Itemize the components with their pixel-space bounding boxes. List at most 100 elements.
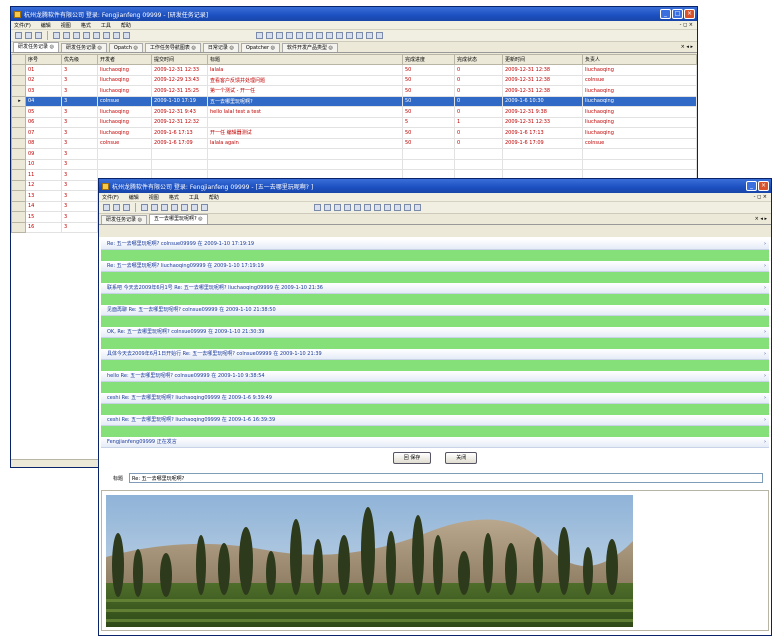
table-row[interactable]: 09 3 xyxy=(11,148,697,160)
row-selector[interactable] xyxy=(11,200,26,212)
table-cell[interactable]: 16 xyxy=(25,221,62,233)
table-cell[interactable]: 3 xyxy=(61,221,98,233)
table-cell[interactable]: 0 xyxy=(454,74,503,86)
cut-icon[interactable] xyxy=(73,32,80,39)
table-icon[interactable] xyxy=(346,32,353,39)
table-cell[interactable]: 2009-12-31 12:33 xyxy=(502,116,583,128)
table-cell[interactable]: 3 xyxy=(61,137,98,149)
row-selector[interactable] xyxy=(11,190,26,202)
print-icon[interactable] xyxy=(141,204,148,211)
tab-product-types[interactable]: 软件开发产品类型 ◎ xyxy=(281,43,338,52)
table-cell[interactable]: 3 xyxy=(61,200,98,212)
menu-help[interactable]: 帮助 xyxy=(209,194,219,201)
table-cell[interactable]: 50 xyxy=(402,95,455,107)
align-left-icon[interactable] xyxy=(354,204,361,211)
expand-arrow-icon[interactable]: › xyxy=(764,393,766,403)
table-cell[interactable]: colnsue xyxy=(582,74,697,86)
column-header[interactable]: 序号 xyxy=(25,54,62,65)
column-header[interactable]: 负责人 xyxy=(582,54,697,65)
table-cell[interactable]: 3 xyxy=(61,95,98,107)
front-window-titlebar[interactable]: 杭州龙腾软件有限公司 登录: Fengjianfeng 09999 - [五一去… xyxy=(99,179,771,193)
italic-icon[interactable] xyxy=(276,32,283,39)
post-item[interactable]: OK, Re: 五一去哪里玩呢啊? colnsue09999 在 2009-1-… xyxy=(101,327,769,338)
tab-navigation[interactable]: 工作任务导航图表 ◎ xyxy=(144,43,201,52)
expand-arrow-icon[interactable]: › xyxy=(764,371,766,381)
preview-icon[interactable] xyxy=(63,32,70,39)
table-row[interactable]: 07 3 liuchaoqing 2009-1-6 17:13 开一任 编辑器测试 50 0… xyxy=(11,127,697,139)
table-cell[interactable]: 2009-12-31 12:38 xyxy=(502,85,583,97)
row-selector[interactable] xyxy=(11,158,26,170)
table-cell[interactable]: liuchaoqing xyxy=(97,127,152,139)
table-row[interactable]: 01 3 liuchaoqing 2009-12-31 12:33 lalala 50 0 2… xyxy=(11,64,697,76)
reply-title-input[interactable] xyxy=(129,473,763,483)
table-cell[interactable]: 2009-1-6 17:13 xyxy=(151,127,208,139)
table-cell[interactable] xyxy=(207,158,403,170)
table-cell[interactable] xyxy=(582,158,697,170)
table-cell[interactable]: 2009-12-31 12:33 xyxy=(151,64,208,76)
delete-icon[interactable] xyxy=(201,204,208,211)
close-reply-button[interactable]: 关闭 xyxy=(445,452,478,464)
save-icon[interactable] xyxy=(35,32,42,39)
table-cell[interactable]: 3 xyxy=(61,179,98,191)
table-cell[interactable]: 2009-1-6 10:30 xyxy=(502,95,583,107)
table-cell[interactable]: liuchaoqing xyxy=(97,64,152,76)
table-cell[interactable]: liuchaoqing xyxy=(582,116,697,128)
table-cell[interactable]: 11 xyxy=(25,169,62,181)
row-selector[interactable] xyxy=(11,137,26,149)
table-cell[interactable]: lalala xyxy=(207,64,403,76)
menu-format[interactable]: 格式 xyxy=(81,22,91,29)
table-row[interactable]: 10 3 xyxy=(11,158,697,170)
table-cell[interactable]: liuchaoqing xyxy=(582,106,697,118)
open-icon[interactable] xyxy=(113,204,120,211)
table-cell[interactable]: 06 xyxy=(25,116,62,128)
save-icon[interactable] xyxy=(123,204,130,211)
post-item[interactable]: Re: 五一去哪里玩呢啊? liuchaoqing09999 在 2009-1-… xyxy=(101,261,769,272)
table-cell[interactable]: liuchaoqing xyxy=(582,127,697,139)
underline-icon[interactable] xyxy=(286,32,293,39)
table-cell[interactable]: 02 xyxy=(25,74,62,86)
table-cell[interactable]: 09 xyxy=(25,148,62,160)
new-icon[interactable] xyxy=(15,32,22,39)
column-header[interactable]: 优先级 xyxy=(61,54,98,65)
table-cell[interactable]: 01 xyxy=(25,64,62,76)
save-reply-button[interactable]: 回 保存 xyxy=(392,452,432,464)
table-cell[interactable]: 07 xyxy=(25,127,62,139)
cut-icon[interactable] xyxy=(161,204,168,211)
table-cell[interactable]: 2009-12-31 12:38 xyxy=(502,74,583,86)
tab-topic[interactable]: 五一去哪里玩呢啊? ◎ xyxy=(148,214,208,224)
table-cell[interactable]: 2009-1-10 17:19 xyxy=(151,95,208,107)
table-cell[interactable]: liuchaoqing xyxy=(582,85,697,97)
redo-icon[interactable] xyxy=(113,32,120,39)
table-row[interactable]: 05 3 liuchaoqing 2009-12-31 9:43 hello lalal… xyxy=(11,106,697,118)
table-row[interactable]: 06 3 liuchaoqing 2009-12-31 12:32 5 1 2009-12-… xyxy=(11,116,697,128)
menu-view[interactable]: 视图 xyxy=(149,194,159,201)
table-cell[interactable]: 0 xyxy=(454,106,503,118)
tab-opatch[interactable]: Opatch ◎ xyxy=(108,43,143,52)
table-cell[interactable]: colnsue xyxy=(582,137,697,149)
table-cell[interactable]: 五一去哪里玩呢啊? xyxy=(207,95,403,107)
row-selector[interactable] xyxy=(11,106,26,118)
row-selector[interactable]: ▸ xyxy=(11,95,26,107)
table-cell[interactable]: 第一个测试 - 开一任 xyxy=(207,85,403,97)
tab-close-controls[interactable]: × ◂ ▸ xyxy=(755,215,767,224)
align-right-icon[interactable] xyxy=(316,32,323,39)
menu-edit[interactable]: 编辑 xyxy=(129,194,139,201)
close-button[interactable]: × xyxy=(684,9,695,19)
post-item[interactable]: Re: 五一去哪里玩呢啊? colnsue09999 在 2009-1-10 1… xyxy=(101,239,769,250)
table-row[interactable]: 03 3 liuchaoqing 2009-12-31 15:25 第一个测试 - 开一… xyxy=(11,85,697,97)
table-cell[interactable]: hello lalal test a test xyxy=(207,106,403,118)
table-cell[interactable]: 2009-12-31 9:38 xyxy=(502,106,583,118)
reply-editor[interactable] xyxy=(101,490,769,631)
copy-icon[interactable] xyxy=(171,204,178,211)
table-cell[interactable] xyxy=(97,158,152,170)
table-cell[interactable]: 0 xyxy=(454,64,503,76)
row-selector[interactable] xyxy=(11,64,26,76)
table-cell[interactable]: 2009-1-6 17:09 xyxy=(151,137,208,149)
table-cell[interactable]: colnsue xyxy=(97,95,152,107)
new-icon[interactable] xyxy=(103,204,110,211)
table-cell[interactable]: liuchaoqing xyxy=(97,85,152,97)
table-row[interactable]: ▸ 04 3 colnsue 2009-1-10 17:19 五一去哪里玩呢啊? 50 0 20… xyxy=(11,95,697,107)
table-cell[interactable]: 10 xyxy=(25,158,62,170)
table-cell[interactable]: 2009-12-31 12:38 xyxy=(502,64,583,76)
underline-icon[interactable] xyxy=(344,204,351,211)
